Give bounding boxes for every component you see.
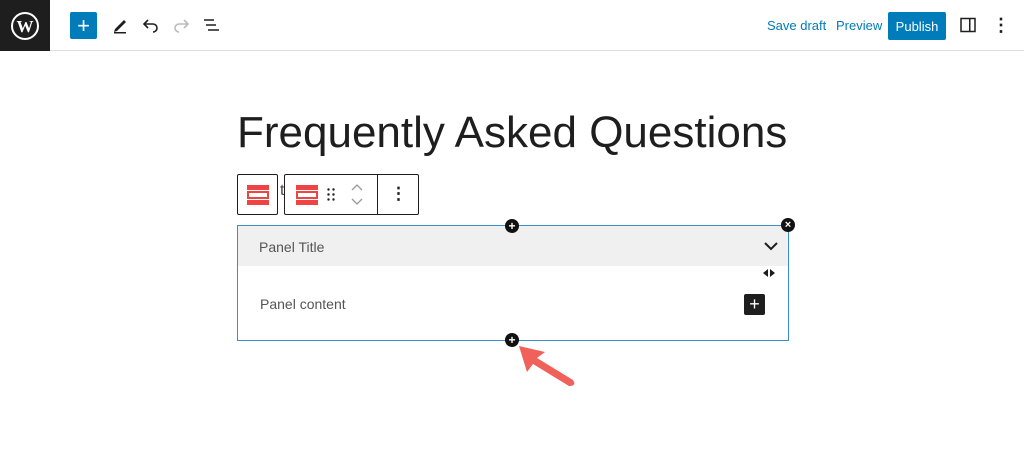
page-title[interactable]: Frequently Asked Questions bbox=[237, 108, 787, 158]
editor-top-bar: W + Save draft Preview Publish ⋮ bbox=[0, 0, 1024, 51]
block-toolbar: ⋮ bbox=[284, 174, 419, 215]
move-up-icon[interactable] bbox=[351, 183, 363, 193]
block-parent-selector[interactable] bbox=[237, 174, 278, 215]
resize-horizontal-icon[interactable] bbox=[763, 269, 775, 277]
wordpress-logo-button[interactable]: W bbox=[0, 0, 50, 51]
svg-text:W: W bbox=[17, 17, 34, 36]
remove-panel-icon[interactable]: × bbox=[781, 218, 795, 232]
list-view-icon[interactable] bbox=[201, 14, 221, 36]
settings-sidebar-icon[interactable] bbox=[959, 15, 977, 35]
accordion-block-icon bbox=[247, 185, 269, 205]
wordpress-logo-icon: W bbox=[11, 11, 39, 40]
block-options-icon[interactable]: ⋮ bbox=[390, 184, 407, 204]
add-block-button[interactable]: + bbox=[70, 12, 97, 39]
panel-content[interactable]: Panel content bbox=[260, 296, 346, 312]
publish-button[interactable]: Publish bbox=[888, 12, 946, 40]
pointer-arrow-annotation bbox=[519, 346, 575, 386]
chevron-down-icon[interactable] bbox=[764, 241, 778, 251]
insert-above-icon[interactable]: + bbox=[505, 219, 519, 233]
edit-tools-pencil-icon[interactable] bbox=[110, 14, 130, 36]
undo-icon[interactable] bbox=[141, 14, 161, 36]
toolbar-divider bbox=[377, 175, 378, 214]
redo-icon[interactable] bbox=[171, 14, 191, 36]
add-inner-block-button[interactable]: + bbox=[744, 294, 765, 315]
more-options-icon[interactable]: ⋮ bbox=[992, 15, 1010, 35]
panel-title[interactable]: Panel Title bbox=[259, 239, 324, 255]
accordion-panel-block[interactable]: Panel Title Panel content + bbox=[237, 225, 789, 341]
save-draft-button[interactable]: Save draft bbox=[767, 18, 826, 33]
accordion-panel-block-icon[interactable] bbox=[296, 185, 318, 205]
move-down-icon[interactable] bbox=[351, 196, 363, 206]
drag-handle-icon[interactable] bbox=[327, 188, 335, 201]
preview-button[interactable]: Preview bbox=[836, 18, 882, 33]
